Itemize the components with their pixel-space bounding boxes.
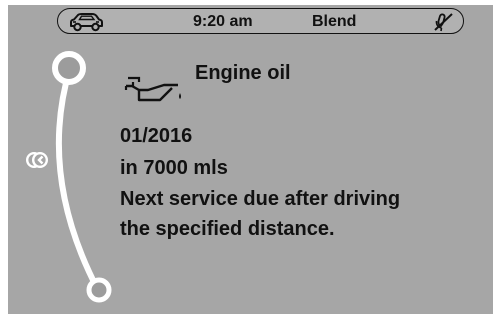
scroll-knob-top[interactable] (52, 51, 86, 85)
oil-can-icon (124, 76, 181, 102)
service-date: 01/2016 (120, 125, 193, 147)
display-screen (8, 5, 493, 314)
back-arrows-icon[interactable] (25, 150, 49, 170)
service-note-line-1: Next service due after driving (120, 188, 401, 210)
drive-mode: Blend (312, 13, 357, 30)
message-title: Engine oil (195, 62, 291, 84)
mute-microphone-icon (434, 13, 453, 32)
scroll-knob-bottom[interactable] (86, 277, 112, 303)
service-note-line-2: the specified distance. (120, 218, 335, 240)
status-bar: 9:20 am Blend (57, 8, 464, 34)
service-distance: in 7000 mls (120, 157, 228, 179)
clock-time: 9:20 am (193, 13, 253, 30)
car-icon (70, 13, 103, 32)
